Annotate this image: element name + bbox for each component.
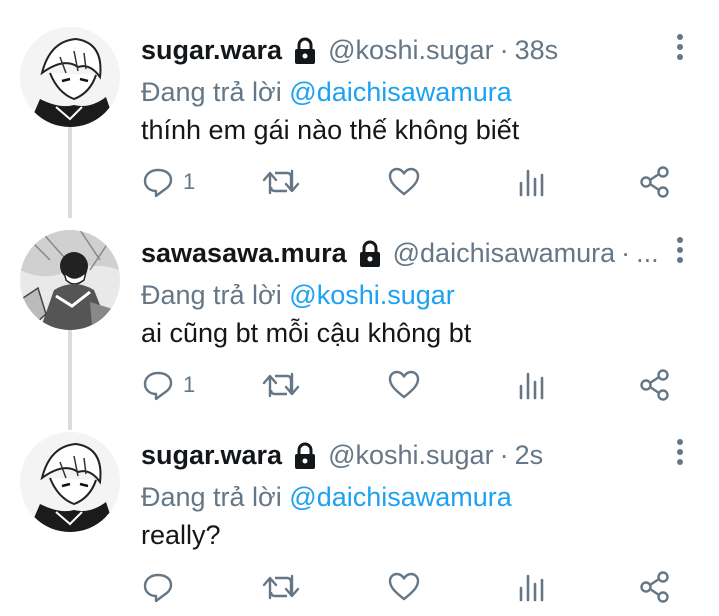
reply-button[interactable] [141, 567, 183, 607]
like-button[interactable] [387, 365, 421, 405]
reply-icon [141, 368, 175, 402]
analytics-button[interactable] [517, 365, 547, 405]
separator: · [499, 35, 509, 65]
reply-mention[interactable]: @daichisawamura [289, 482, 512, 512]
reply-prefix: Đang trả lời [141, 77, 282, 107]
analytics-icon [517, 368, 547, 402]
replying-to: Đang trả lời @daichisawamura [141, 74, 512, 110]
display-name[interactable]: sugar.wara [141, 30, 282, 70]
retweet-button[interactable] [261, 162, 301, 202]
reply-icon [141, 165, 175, 199]
share-button[interactable] [639, 567, 671, 607]
tweet-text: really? [141, 520, 221, 550]
more-vertical-icon[interactable] [675, 439, 685, 465]
separator: · [621, 238, 631, 268]
avatar[interactable] [20, 432, 120, 532]
tweet-text: ai cũng bt mỗi cậu không bt [141, 318, 472, 348]
display-name[interactable]: sawasawa.mura [141, 233, 347, 273]
analytics-button[interactable] [517, 567, 547, 607]
lock-icon [357, 239, 383, 267]
handle[interactable]: @koshi.sugar [328, 30, 493, 70]
timestamp[interactable]: 2s [515, 435, 544, 475]
like-button[interactable] [387, 567, 421, 607]
share-icon [639, 368, 671, 402]
share-icon [639, 570, 671, 604]
separator: · [499, 440, 509, 470]
retweet-icon [261, 165, 301, 199]
reply-button[interactable]: 1 [141, 365, 195, 405]
share-icon [639, 165, 671, 199]
tweet[interactable]: sugar.wara @koshi.sugar · 38s Đang trả l… [0, 0, 719, 200]
avatar[interactable] [20, 230, 120, 330]
reply-count: 1 [183, 372, 196, 397]
retweet-button[interactable] [261, 365, 301, 405]
share-button[interactable] [639, 365, 671, 405]
more-vertical-icon[interactable] [675, 237, 685, 263]
tweet-header: sugar.wara @koshi.sugar · 38s [141, 30, 669, 70]
tweet-text: thính em gái nào thế không biết [141, 115, 520, 145]
replying-to: Đang trả lời @daichisawamura [141, 479, 512, 515]
tweet-header: sawasawa.mura @daichisawamura · ... [141, 233, 669, 273]
heart-icon [387, 165, 421, 199]
reply-mention[interactable]: @daichisawamura [289, 77, 512, 107]
reply-prefix: Đang trả lời [141, 482, 282, 512]
heart-icon [387, 368, 421, 402]
tweet-actions: 1 [141, 162, 681, 202]
handle[interactable]: @koshi.sugar [328, 435, 493, 475]
reply-prefix: Đang trả lời [141, 280, 282, 310]
reply-icon [141, 570, 175, 604]
handle[interactable]: @daichisawamura [393, 233, 616, 273]
display-name[interactable]: sugar.wara [141, 435, 282, 475]
timestamp[interactable]: 38s [515, 30, 559, 70]
tweet[interactable]: sugar.wara @koshi.sugar · 2s Đang trả lờ… [0, 405, 719, 605]
retweet-button[interactable] [261, 567, 301, 607]
reply-mention[interactable]: @koshi.sugar [289, 280, 454, 310]
tweet-actions [141, 567, 681, 607]
retweet-icon [261, 368, 301, 402]
reply-button[interactable]: 1 [141, 162, 195, 202]
more-vertical-icon[interactable] [675, 34, 685, 60]
analytics-icon [517, 570, 547, 604]
tweet-header: sugar.wara @koshi.sugar · 2s [141, 435, 669, 475]
reply-count: 1 [183, 169, 196, 194]
analytics-button[interactable] [517, 162, 547, 202]
tweet[interactable]: sawasawa.mura @daichisawamura · ... Đang… [0, 203, 719, 403]
tweet-actions: 1 [141, 365, 681, 405]
heart-icon [387, 570, 421, 604]
like-button[interactable] [387, 162, 421, 202]
replying-to: Đang trả lời @koshi.sugar [141, 277, 455, 313]
share-button[interactable] [639, 162, 671, 202]
analytics-icon [517, 165, 547, 199]
lock-icon [292, 441, 318, 469]
timestamp[interactable]: ... [636, 233, 659, 273]
avatar[interactable] [20, 27, 120, 127]
retweet-icon [261, 570, 301, 604]
lock-icon [292, 36, 318, 64]
